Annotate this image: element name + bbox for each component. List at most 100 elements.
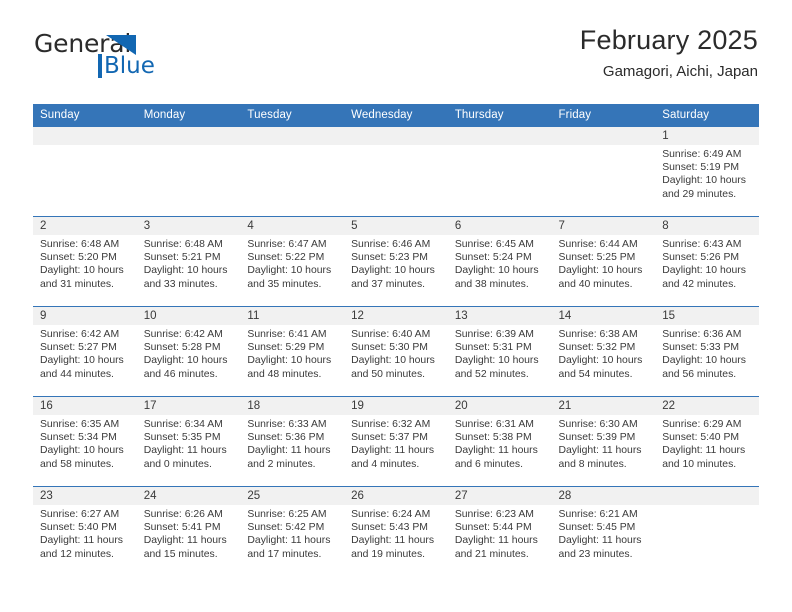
day-number [136, 127, 241, 145]
daylight-text-line2: and 58 minutes. [40, 458, 114, 470]
day-number [655, 487, 759, 505]
calendar-day-cell[interactable]: 21 Sunrise: 6:30 AM Sunset: 5:39 PM Dayligh… [551, 396, 656, 487]
daylight-text-line1: Daylight: 11 hours [247, 445, 331, 457]
daylight-text-line2: and 31 minutes. [40, 278, 114, 290]
sunset-text: Sunset: 5:28 PM [143, 342, 221, 354]
sunset-text: Sunset: 5:25 PM [558, 252, 636, 264]
calendar-body: 1 Sunrise: 6:49 AM Sunset: 5:19 PM Daylight… [33, 126, 759, 577]
daylight-text-line2: and 10 minutes. [662, 458, 737, 470]
calendar-day-cell-empty [655, 486, 759, 577]
calendar-day-cell[interactable]: 22 Sunrise: 6:29 AM Sunset: 5:40 PM Dayligh… [655, 396, 759, 487]
day-number: 5 [344, 217, 448, 235]
calendar-day-cell[interactable]: 12 Sunrise: 6:40 AM Sunset: 5:30 PM Dayligh… [344, 306, 448, 397]
calendar-day-cell[interactable]: 14 Sunrise: 6:38 AM Sunset: 5:32 PM Dayligh… [551, 306, 656, 397]
calendar-day-cell[interactable]: 10 Sunrise: 6:42 AM Sunset: 5:28 PM Dayligh… [136, 306, 241, 397]
day-info: Sunrise: 6:41 AM Sunset: 5:29 PM Daylight:… [240, 325, 344, 381]
sunrise-text: Sunrise: 6:38 AM [558, 329, 638, 340]
calendar-day-cell[interactable]: 26 Sunrise: 6:24 AM Sunset: 5:43 PM Dayligh… [344, 486, 448, 577]
sunset-text: Sunset: 5:45 PM [558, 522, 636, 534]
calendar-day-cell-empty [551, 126, 656, 217]
day-number: 20 [447, 397, 552, 415]
calendar-day-cell[interactable]: 2 Sunrise: 6:48 AM Sunset: 5:20 PM Daylight… [33, 216, 137, 307]
calendar-day-cell[interactable]: 9 Sunrise: 6:42 AM Sunset: 5:27 PM Daylight… [33, 306, 137, 397]
day-info: Sunrise: 6:44 AM Sunset: 5:25 PM Daylight:… [552, 235, 656, 291]
day-number [551, 127, 656, 145]
weekday-header-row: Sunday Monday Tuesday Wednesday Thursday… [33, 104, 759, 127]
day-info: Sunrise: 6:32 AM Sunset: 5:37 PM Daylight:… [344, 415, 448, 471]
calendar-day-cell[interactable]: 7 Sunrise: 6:44 AM Sunset: 5:25 PM Daylight… [551, 216, 656, 307]
day-number [33, 127, 137, 145]
day-info: Sunrise: 6:34 AM Sunset: 5:35 PM Daylight:… [137, 415, 241, 471]
day-info: Sunrise: 6:25 AM Sunset: 5:42 PM Daylight:… [240, 505, 344, 561]
daylight-text-line2: and 0 minutes. [143, 458, 212, 470]
sunset-text: Sunset: 5:32 PM [558, 342, 636, 354]
calendar-day-cell[interactable]: 20 Sunrise: 6:31 AM Sunset: 5:38 PM Dayligh… [447, 396, 552, 487]
calendar-day-cell[interactable]: 3 Sunrise: 6:48 AM Sunset: 5:21 PM Daylight… [136, 216, 241, 307]
day-number: 26 [344, 487, 448, 505]
calendar-day-cell[interactable]: 18 Sunrise: 6:33 AM Sunset: 5:36 PM Dayligh… [240, 396, 345, 487]
day-info: Sunrise: 6:21 AM Sunset: 5:45 PM Daylight:… [552, 505, 656, 561]
sunrise-text: Sunrise: 6:33 AM [247, 419, 327, 430]
calendar-day-cell[interactable]: 27 Sunrise: 6:23 AM Sunset: 5:44 PM Dayligh… [447, 486, 552, 577]
calendar-day-cell-empty [136, 126, 241, 217]
daylight-text-line1: Daylight: 11 hours [143, 445, 227, 457]
day-number: 27 [447, 487, 552, 505]
day-info: Sunrise: 6:27 AM Sunset: 5:40 PM Daylight:… [33, 505, 137, 561]
calendar-day-cell[interactable]: 11 Sunrise: 6:41 AM Sunset: 5:29 PM Dayligh… [240, 306, 345, 397]
day-info: Sunrise: 6:49 AM Sunset: 5:19 PM Daylight:… [655, 145, 759, 201]
calendar-day-cell[interactable]: 4 Sunrise: 6:47 AM Sunset: 5:22 PM Daylight… [240, 216, 345, 307]
calendar-day-cell[interactable]: 13 Sunrise: 6:39 AM Sunset: 5:31 PM Dayligh… [447, 306, 552, 397]
daylight-text-line1: Daylight: 10 hours [351, 355, 435, 367]
daylight-text-line2: and 50 minutes. [351, 368, 426, 380]
sunrise-text: Sunrise: 6:23 AM [454, 509, 534, 520]
day-number: 25 [240, 487, 345, 505]
logo-bar-icon [98, 54, 102, 78]
sunrise-text: Sunrise: 6:35 AM [40, 419, 120, 430]
daylight-text-line1: Daylight: 10 hours [558, 265, 643, 277]
sunset-text: Sunset: 5:27 PM [40, 342, 117, 354]
calendar-day-cell[interactable]: 23 Sunrise: 6:27 AM Sunset: 5:40 PM Dayligh… [33, 486, 137, 577]
calendar-day-cell[interactable]: 15 Sunrise: 6:36 AM Sunset: 5:33 PM Dayligh… [655, 306, 759, 397]
daylight-text-line2: and 23 minutes. [558, 548, 633, 560]
sunset-text: Sunset: 5:29 PM [247, 342, 325, 354]
general-blue-logo[interactable]: General Blue [34, 30, 184, 82]
sunrise-text: Sunrise: 6:44 AM [558, 239, 638, 250]
calendar-day-cell[interactable]: 1 Sunrise: 6:49 AM Sunset: 5:19 PM Daylight… [655, 126, 759, 217]
sunset-text: Sunset: 5:21 PM [143, 252, 221, 264]
calendar-day-cell[interactable]: 8 Sunrise: 6:43 AM Sunset: 5:26 PM Daylight… [655, 216, 759, 307]
calendar-week-row: 2 Sunrise: 6:48 AM Sunset: 5:20 PM Daylight… [33, 216, 759, 307]
sunset-text: Sunset: 5:41 PM [143, 522, 221, 534]
sunrise-text: Sunrise: 6:42 AM [143, 329, 223, 340]
sunset-text: Sunset: 5:20 PM [40, 252, 117, 264]
calendar-day-cell[interactable]: 24 Sunrise: 6:26 AM Sunset: 5:41 PM Dayligh… [136, 486, 241, 577]
weekday-header-wednesday: Wednesday [344, 104, 448, 127]
calendar-day-cell[interactable]: 28 Sunrise: 6:21 AM Sunset: 5:45 PM Dayligh… [551, 486, 656, 577]
daylight-text-line2: and 4 minutes. [351, 458, 420, 470]
day-number [447, 127, 552, 145]
calendar-day-cell[interactable]: 25 Sunrise: 6:25 AM Sunset: 5:42 PM Dayligh… [240, 486, 345, 577]
day-number: 11 [240, 307, 345, 325]
calendar-day-cell[interactable]: 16 Sunrise: 6:35 AM Sunset: 5:34 PM Dayligh… [33, 396, 137, 487]
calendar-day-cell[interactable]: 5 Sunrise: 6:46 AM Sunset: 5:23 PM Daylight… [344, 216, 448, 307]
sunset-text: Sunset: 5:24 PM [454, 252, 532, 264]
daylight-text-line1: Daylight: 10 hours [40, 265, 124, 277]
daylight-text-line1: Daylight: 10 hours [247, 265, 332, 277]
sunrise-text: Sunrise: 6:24 AM [351, 509, 431, 520]
sunset-text: Sunset: 5:19 PM [662, 162, 740, 174]
sunset-text: Sunset: 5:44 PM [454, 522, 532, 534]
day-number: 23 [33, 487, 137, 505]
daylight-text-line2: and 6 minutes. [454, 458, 523, 470]
day-number: 7 [551, 217, 656, 235]
daylight-text-line2: and 35 minutes. [247, 278, 322, 290]
sunset-text: Sunset: 5:42 PM [247, 522, 325, 534]
daylight-text-line2: and 21 minutes. [454, 548, 529, 560]
weekday-header-monday: Monday [136, 104, 241, 127]
sunrise-text: Sunrise: 6:29 AM [662, 419, 742, 430]
day-info: Sunrise: 6:31 AM Sunset: 5:38 PM Daylight:… [448, 415, 552, 471]
calendar-day-cell[interactable]: 17 Sunrise: 6:34 AM Sunset: 5:35 PM Dayligh… [136, 396, 241, 487]
calendar-day-cell[interactable]: 19 Sunrise: 6:32 AM Sunset: 5:37 PM Dayligh… [344, 396, 448, 487]
daylight-text-line2: and 19 minutes. [351, 548, 426, 560]
daylight-text-line1: Daylight: 11 hours [351, 445, 435, 457]
sunrise-text: Sunrise: 6:47 AM [247, 239, 327, 250]
calendar-day-cell[interactable]: 6 Sunrise: 6:45 AM Sunset: 5:24 PM Daylight… [447, 216, 552, 307]
